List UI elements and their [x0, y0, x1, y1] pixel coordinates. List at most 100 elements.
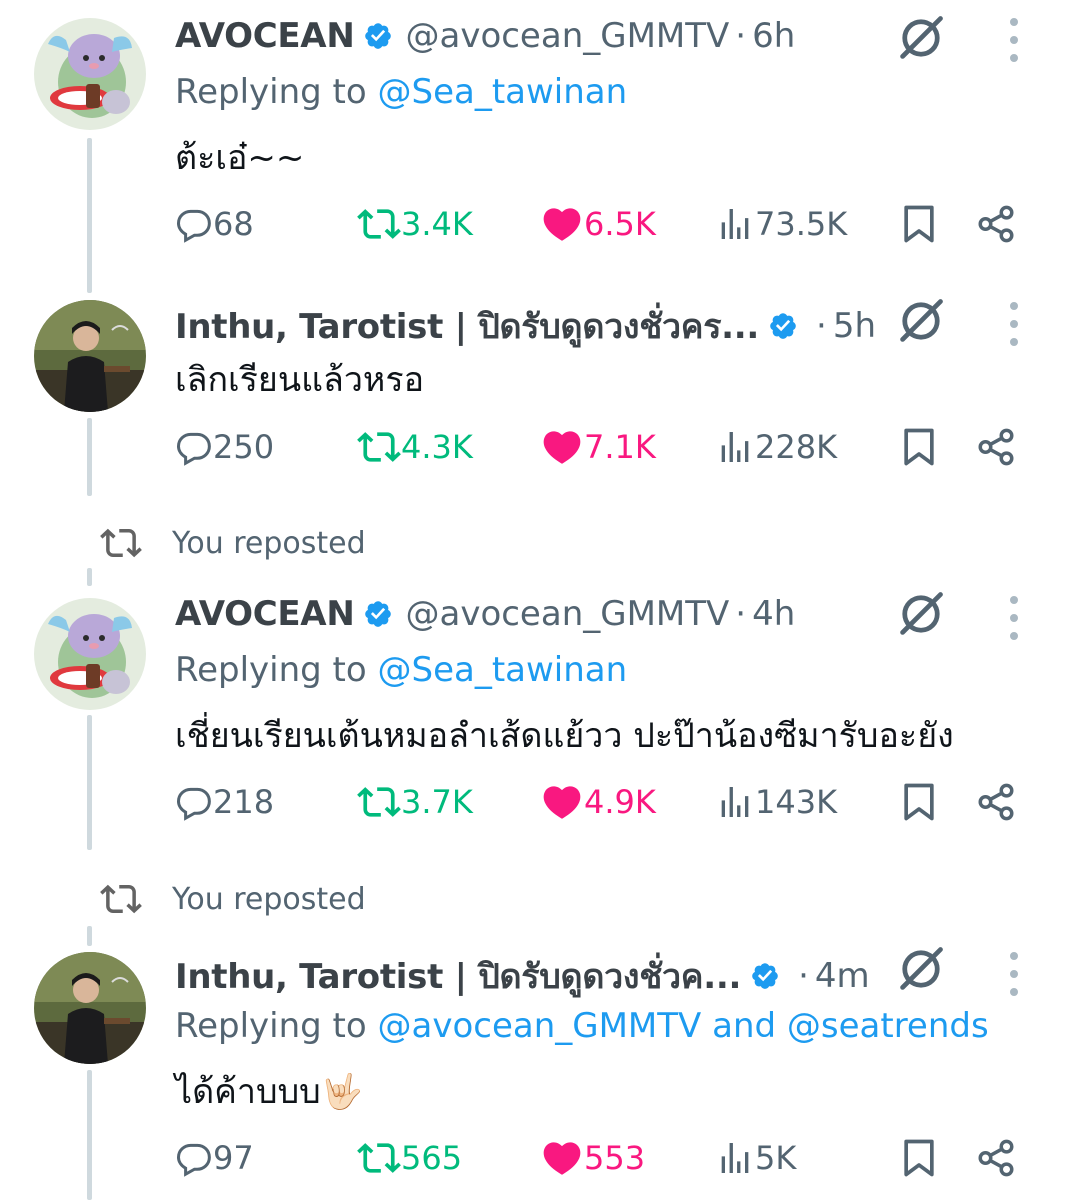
display-name[interactable]: AVOCEAN	[175, 16, 355, 56]
repost-button[interactable]: 565	[357, 1133, 462, 1183]
share-button[interactable]	[975, 1133, 1017, 1183]
bookmark-button[interactable]	[897, 777, 941, 827]
reply-button[interactable]: 250	[175, 422, 274, 472]
separator-dot: ·	[798, 956, 809, 996]
display-name[interactable]: AVOCEAN	[175, 594, 355, 634]
reply-count: 218	[213, 783, 275, 821]
reply-button[interactable]: 68	[175, 199, 254, 249]
like-button[interactable]: 7.1K	[540, 422, 656, 472]
bookmark-button[interactable]	[897, 1133, 941, 1183]
reposted-banner: You reposted	[100, 521, 366, 565]
repost-button[interactable]: 3.4K	[357, 199, 473, 249]
share-button[interactable]	[975, 199, 1017, 249]
repost-icon	[357, 425, 401, 469]
verified-badge-icon	[363, 21, 393, 51]
timestamp[interactable]: 4m	[815, 956, 870, 996]
avatar[interactable]	[34, 18, 146, 130]
mention-link[interactable]: @seatrends	[787, 1006, 989, 1046]
bookmark-icon	[897, 1136, 941, 1180]
views-bars-icon	[715, 427, 755, 467]
timestamp[interactable]: 4h	[752, 594, 795, 634]
replying-to-line: Replying to @Sea_tawinan	[175, 650, 627, 690]
avatar[interactable]	[34, 952, 146, 1064]
views-button[interactable]: 73.5K	[715, 199, 847, 249]
repost-count: 565	[401, 1139, 463, 1177]
action-bar: 68 3.4K 6.5K 73.5K	[175, 199, 1035, 249]
thread-line	[87, 568, 92, 586]
replying-to-line: Replying to @avocean_GMMTV and @seatrend…	[175, 1006, 989, 1046]
repost-button[interactable]: 3.7K	[357, 777, 473, 827]
grok-icon[interactable]	[895, 588, 947, 640]
tweet-header: Inthu, Tarotist | ปิดรับดูดวงชั่วคร... ·…	[175, 302, 876, 350]
thread-line	[87, 138, 92, 293]
view-count: 73.5K	[755, 205, 848, 243]
more-vertical-icon[interactable]	[1004, 302, 1024, 346]
mascot-avatar-icon	[34, 598, 146, 710]
avatar[interactable]	[34, 300, 146, 412]
views-button[interactable]: 228K	[715, 422, 837, 472]
mention-conjunction: and	[712, 1006, 777, 1046]
replying-to-line: Replying to @Sea_tawinan	[175, 72, 627, 112]
verified-badge-icon	[768, 311, 798, 341]
grok-icon[interactable]	[895, 943, 947, 995]
repost-button[interactable]: 4.3K	[357, 422, 473, 472]
action-bar: 218 3.7K 4.9K 143K	[175, 777, 1035, 827]
avatar[interactable]	[34, 598, 146, 710]
tweet-text: เลิกเรียนแล้วหรอ	[175, 360, 425, 400]
person-avatar-icon	[34, 300, 146, 412]
tweet-header: AVOCEAN @avocean_GMMTV · 6h	[175, 12, 795, 60]
tweet-text: เชี่ยนเรียนเต้นหมอลำเส้ดแย้วว ปะป๊าน้องซ…	[175, 716, 954, 756]
mention-link[interactable]: @Sea_tawinan	[378, 650, 628, 690]
like-count: 6.5K	[584, 205, 656, 243]
like-button[interactable]: 6.5K	[540, 199, 656, 249]
more-vertical-icon[interactable]	[1004, 952, 1024, 996]
more-vertical-icon[interactable]	[1004, 18, 1024, 62]
views-bars-icon	[715, 1138, 755, 1178]
views-button[interactable]: 5K	[715, 1133, 796, 1183]
separator-dot: ·	[816, 306, 827, 346]
heart-icon	[540, 425, 584, 469]
mention-link[interactable]: @avocean_GMMTV	[378, 1006, 702, 1046]
repost-icon	[100, 522, 142, 564]
reply-button[interactable]: 97	[175, 1133, 254, 1183]
like-count: 4.9K	[584, 783, 656, 821]
views-button[interactable]: 143K	[715, 777, 837, 827]
like-button[interactable]: 553	[540, 1133, 645, 1183]
view-count: 5K	[755, 1139, 797, 1177]
share-icon	[975, 203, 1017, 245]
action-bar: 250 4.3K 7.1K 228K	[175, 422, 1035, 472]
mention-link[interactable]: @Sea_tawinan	[378, 72, 628, 112]
thread-line	[87, 1070, 92, 1200]
timestamp[interactable]: 6h	[752, 16, 795, 56]
user-handle[interactable]: @avocean_GMMTV	[405, 16, 729, 56]
share-button[interactable]	[975, 777, 1017, 827]
reply-button[interactable]: 218	[175, 777, 274, 827]
repost-count: 3.7K	[401, 783, 473, 821]
grok-icon[interactable]	[895, 295, 947, 347]
more-vertical-icon[interactable]	[1004, 596, 1024, 640]
share-button[interactable]	[975, 422, 1017, 472]
tweet-text: ต้ะเอ๋~~	[175, 138, 305, 178]
thread-line	[87, 926, 92, 946]
thread-line	[87, 418, 92, 496]
like-count: 553	[584, 1139, 646, 1177]
reply-count: 97	[213, 1139, 254, 1177]
bookmark-button[interactable]	[897, 199, 941, 249]
separator-dot: ·	[735, 16, 747, 56]
bookmark-button[interactable]	[897, 422, 941, 472]
like-button[interactable]: 4.9K	[540, 777, 656, 827]
share-icon	[975, 1137, 1017, 1179]
grok-icon[interactable]	[895, 12, 947, 64]
reply-bubble-icon	[175, 783, 213, 821]
tweet-header: Inthu, Tarotist | ปิดรับดูดวงชั่วค... · …	[175, 952, 870, 1000]
person-avatar-icon	[34, 952, 146, 1064]
replying-to-label: Replying to	[175, 650, 367, 690]
display-name[interactable]: Inthu, Tarotist | ปิดรับดูดวงชั่วค...	[175, 949, 741, 1003]
display-name[interactable]: Inthu, Tarotist | ปิดรับดูดวงชั่วคร...	[175, 299, 759, 353]
timestamp[interactable]: 5h	[833, 306, 876, 346]
reply-bubble-icon	[175, 1139, 213, 1177]
bookmark-icon	[897, 425, 941, 469]
tweet-header: AVOCEAN @avocean_GMMTV · 4h	[175, 590, 795, 638]
user-handle[interactable]: @avocean_GMMTV	[405, 594, 729, 634]
repost-icon	[100, 878, 142, 920]
